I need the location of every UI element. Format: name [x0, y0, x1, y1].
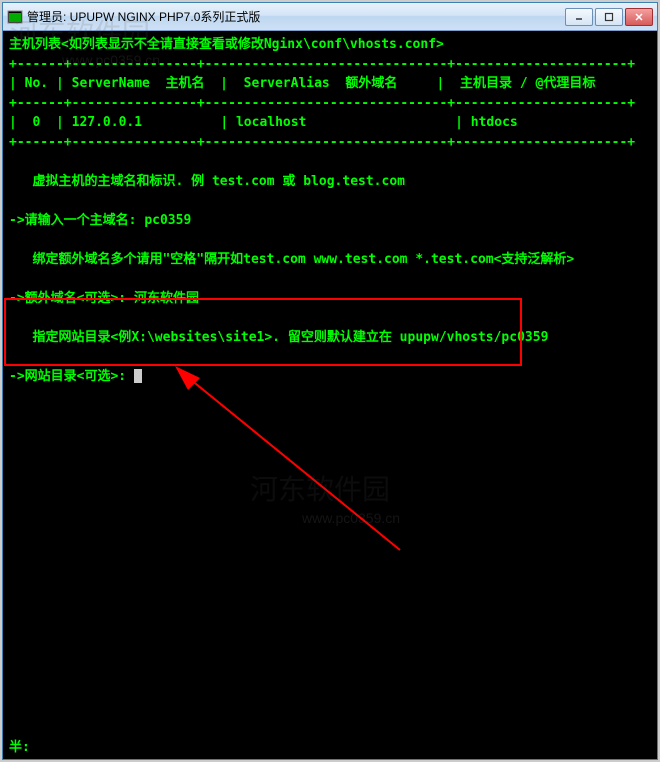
cursor — [134, 369, 142, 383]
text-path: X:\websites\site1> — [131, 330, 272, 345]
maximize-button[interactable] — [595, 8, 623, 26]
prompt-label: ->网站目录<可选>: — [9, 369, 134, 384]
table-header: | No. | ServerName 主机名 | ServerAlias 额外域… — [9, 76, 595, 91]
text-path: Nginx\conf\vhosts.conf> — [264, 37, 444, 52]
input-value: pc0359 — [144, 213, 191, 228]
minimize-button[interactable] — [565, 8, 593, 26]
text-line: 指定网站目录<例 — [9, 330, 131, 345]
text-line: <支持泛解析> — [494, 252, 575, 267]
window-controls — [565, 8, 653, 26]
separator: +------+----------------+---------------… — [9, 96, 635, 111]
separator: +------+----------------+---------------… — [9, 135, 635, 150]
app-window: 管理员: UPUPW NGINX PHP7.0系列正式版 主机列表<如列表显示不… — [2, 2, 658, 760]
terminal[interactable]: 主机列表<如列表显示不全请直接查看或修改Nginx\conf\vhosts.co… — [3, 31, 657, 759]
close-button[interactable] — [625, 8, 653, 26]
text-line: 主机列表<如列表显示不全请直接查看或修改 — [9, 37, 264, 52]
text-line: . 留空则默认建立在 upupw/vhosts/pc0359 — [272, 330, 548, 345]
separator: +------+----------------+---------------… — [9, 57, 635, 72]
prompt-label: ->额外域名<可选>: — [9, 291, 134, 306]
text-line: 虚拟主机的主域名和标识. 例 test.com 或 blog.test.com — [9, 174, 405, 189]
app-icon — [7, 9, 23, 25]
prompt-label: ->请输入一个主域名: — [9, 213, 144, 228]
bottom-status: 半: — [9, 738, 30, 758]
terminal-content: 主机列表<如列表显示不全请直接查看或修改Nginx\conf\vhosts.co… — [9, 35, 651, 386]
text-example: test.com www.test.com *.test.com — [243, 252, 493, 267]
table-row: | 0 | 127.0.0.1 | localhost | htdocs — [9, 115, 518, 130]
text-line: 绑定额外域名多个请用"空格"隔开如 — [9, 252, 243, 267]
titlebar[interactable]: 管理员: UPUPW NGINX PHP7.0系列正式版 — [3, 3, 657, 31]
input-value: 河东软件园 — [134, 291, 199, 306]
window-title: 管理员: UPUPW NGINX PHP7.0系列正式版 — [27, 8, 565, 25]
